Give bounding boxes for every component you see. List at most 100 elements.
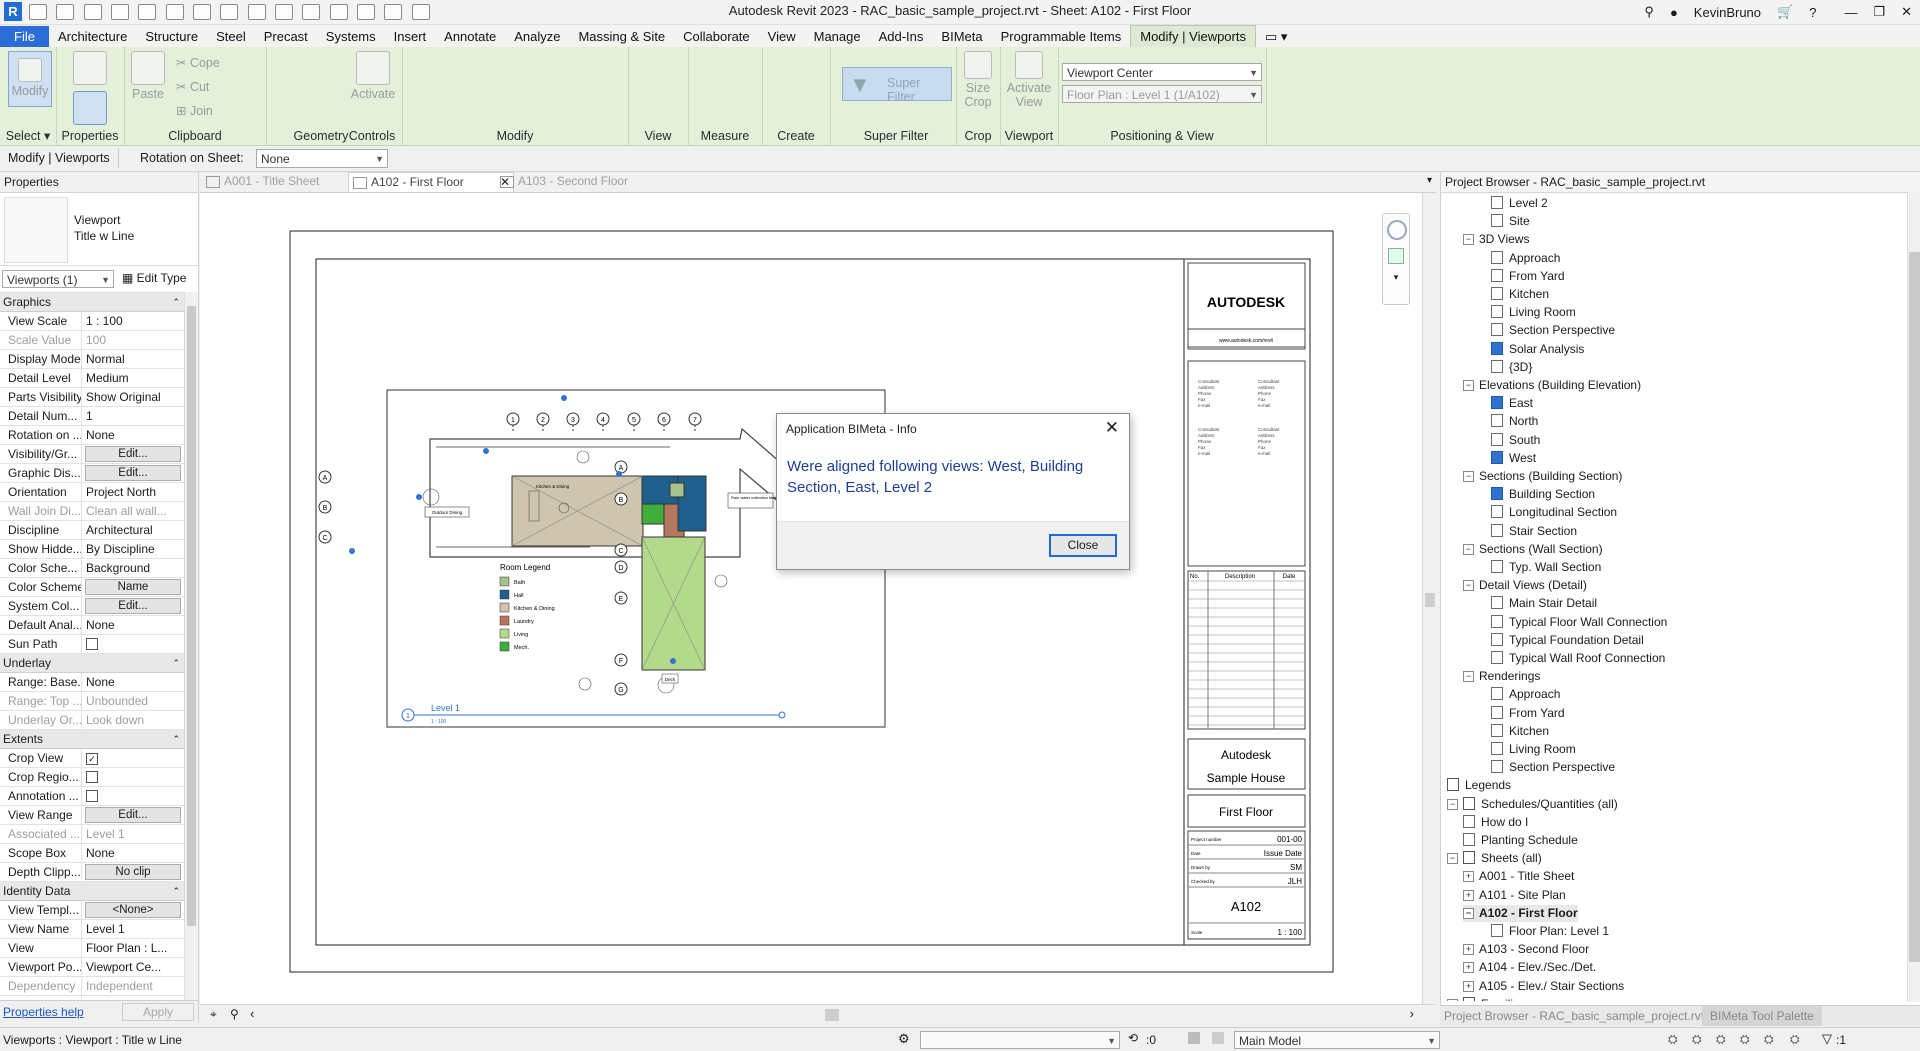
collapse-icon[interactable]: ⌃	[172, 293, 180, 311]
save-icon[interactable]	[56, 4, 75, 20]
zoom-icon[interactable]	[1388, 248, 1404, 264]
design-option-select[interactable]: Main Model ▼	[1234, 1031, 1440, 1049]
activate-view-button[interactable]: Activate View	[1004, 51, 1054, 109]
property-value[interactable]: Project North	[82, 483, 184, 501]
group-identity[interactable]: Identity Data ⌃	[0, 882, 184, 901]
property-value[interactable]: Show Original	[82, 388, 184, 406]
tab-a103[interactable]: A103 - Second Floor	[496, 172, 668, 191]
tab-modify-viewports[interactable]: Modify | Viewports	[1130, 25, 1256, 48]
tab-file[interactable]: File	[0, 26, 49, 48]
drawing-canvas[interactable]: AUTODESK www.autodesk.com/revit Consulta…	[200, 193, 1422, 1004]
select-by-face-icon[interactable]: ⛭	[1740, 1032, 1750, 1047]
property-value[interactable]: None	[82, 616, 184, 634]
redo-icon[interactable]	[138, 4, 157, 20]
browser-item[interactable]: {3D}	[1491, 359, 1532, 376]
property-value[interactable]: Background	[82, 559, 184, 577]
collapse-icon[interactable]: −	[1463, 671, 1474, 683]
property-value[interactable]: 1 : 100	[82, 312, 184, 330]
property-edit-button[interactable]: Edit...	[85, 807, 181, 823]
property-edit-button[interactable]: Edit...	[85, 598, 181, 614]
tab-programmable-items[interactable]: Programmable Items	[992, 26, 1131, 48]
collapse-icon[interactable]: ⌃	[172, 882, 180, 900]
property-value[interactable]: By Discipline	[82, 540, 184, 558]
nav-menu-icon[interactable]: ▾	[1383, 272, 1409, 283]
expand-icon[interactable]: +	[1463, 871, 1474, 883]
select-pinned-icon[interactable]: ⛭	[1716, 1032, 1726, 1047]
property-value[interactable]: Normal	[82, 350, 184, 368]
select-links-icon[interactable]: ⛭	[1668, 1032, 1678, 1047]
size-crop-button[interactable]: Size Crop	[958, 51, 998, 109]
browser-item[interactable]: Kitchen	[1491, 723, 1549, 740]
instance-filter-select[interactable]: Viewports (1) ▼	[2, 270, 114, 288]
browser-item[interactable]: Floor Plan: Level 1	[1491, 923, 1609, 940]
scroll-left-icon[interactable]: ‹	[250, 1006, 254, 1021]
browser-item[interactable]: Main Stair Detail	[1491, 595, 1597, 612]
workset-select[interactable]: ▼	[920, 1031, 1120, 1049]
browser-item[interactable]: Building Section	[1491, 486, 1595, 503]
browser-item[interactable]: + Families	[1447, 996, 1526, 1001]
property-edit-button[interactable]: Edit...	[85, 465, 181, 481]
property-value[interactable]: ✓	[82, 749, 184, 767]
browser-item[interactable]: − Sheets (all)	[1447, 850, 1542, 867]
expand-icon[interactable]: +	[1463, 962, 1474, 974]
property-value[interactable]: Level 1	[82, 920, 184, 938]
property-value[interactable]: Floor Plan : L...	[82, 939, 184, 957]
property-edit-button[interactable]: Edit...	[85, 446, 181, 462]
browser-item[interactable]: Legends	[1447, 777, 1511, 794]
browser-item[interactable]: − Detail Views (Detail)	[1463, 577, 1587, 594]
3d-view-icon[interactable]	[302, 4, 321, 20]
tab-systems[interactable]: Systems	[317, 26, 385, 48]
expand-icon[interactable]: +	[1463, 889, 1474, 901]
expand-icon[interactable]: +	[1463, 980, 1474, 992]
property-value[interactable]: Medium	[82, 369, 184, 387]
tab-a001[interactable]: A001 - Title Sheet	[202, 172, 364, 191]
help-icon[interactable]: ?	[1809, 5, 1816, 20]
browser-item[interactable]: + A103 - Second Floor	[1463, 941, 1589, 958]
collapse-icon[interactable]: −	[1447, 853, 1458, 865]
browser-item[interactable]: East	[1491, 395, 1533, 412]
group-underlay[interactable]: Underlay ⌃	[0, 654, 184, 673]
browser-item[interactable]: − Renderings	[1463, 668, 1540, 685]
browser-item[interactable]: Living Room	[1491, 741, 1576, 758]
tab-manage[interactable]: Manage	[805, 26, 870, 48]
revit-logo-icon[interactable]: R	[4, 2, 22, 21]
collapse-icon[interactable]: −	[1463, 234, 1474, 246]
tab-massing-site[interactable]: Massing & Site	[569, 26, 674, 48]
collapse-icon[interactable]: ⌃	[172, 730, 180, 748]
viewport-position-select[interactable]: Viewport Center ▼	[1062, 63, 1262, 81]
minimize-icon[interactable]: —	[1844, 5, 1857, 20]
property-checkbox[interactable]	[86, 790, 98, 802]
property-checkbox[interactable]	[86, 638, 98, 650]
steering-wheel-icon[interactable]	[1387, 220, 1407, 240]
browser-item[interactable]: Typical Wall Roof Connection	[1491, 650, 1665, 667]
browser-item[interactable]: Solar Analysis	[1491, 341, 1584, 358]
browser-item[interactable]: −3D Views	[1463, 231, 1529, 248]
property-value[interactable]: None	[82, 426, 184, 444]
browser-item[interactable]: Planting Schedule	[1463, 832, 1578, 849]
browser-item[interactable]: Typical Foundation Detail	[1491, 632, 1644, 649]
cart-icon[interactable]: 🛒	[1777, 4, 1793, 20]
super-filter-button[interactable]: ▼ Super Filter	[842, 67, 952, 104]
property-value[interactable]: 1	[82, 407, 184, 425]
tab-precast[interactable]: Precast	[255, 26, 317, 48]
binoculars-icon[interactable]: ⚲	[1644, 4, 1654, 20]
apply-button[interactable]: Apply	[122, 1003, 194, 1021]
browser-item[interactable]: − Schedules/Quantities (all)	[1447, 796, 1618, 813]
tab-a102[interactable]: A102 - First Floor ✕	[348, 172, 514, 192]
tab-project-browser[interactable]: Project Browser - RAC_basic_sample_proje…	[1444, 1009, 1704, 1023]
browser-item[interactable]: + A101 - Site Plan	[1463, 887, 1566, 904]
property-value[interactable]: 100	[82, 331, 184, 349]
browser-scroll-thumb[interactable]	[1909, 252, 1920, 962]
property-value[interactable]: Look down	[82, 711, 184, 729]
browser-item[interactable]: + A105 - Elev./ Stair Sections	[1463, 978, 1624, 995]
dimension-icon[interactable]	[220, 4, 239, 20]
browser-item[interactable]: Typical Floor Wall Connection	[1491, 614, 1667, 631]
properties-scrollbar[interactable]	[184, 292, 198, 1001]
options-icon[interactable]	[1212, 1032, 1224, 1044]
scale-icon[interactable]: ⌖	[210, 1007, 217, 1022]
username[interactable]: KevinBruno	[1694, 5, 1761, 20]
open-icon[interactable]	[29, 4, 47, 20]
browser-scrollbar[interactable]	[1907, 192, 1920, 1002]
property-value[interactable]: Architectural	[82, 521, 184, 539]
browser-item[interactable]: + A001 - Title Sheet	[1463, 868, 1574, 885]
